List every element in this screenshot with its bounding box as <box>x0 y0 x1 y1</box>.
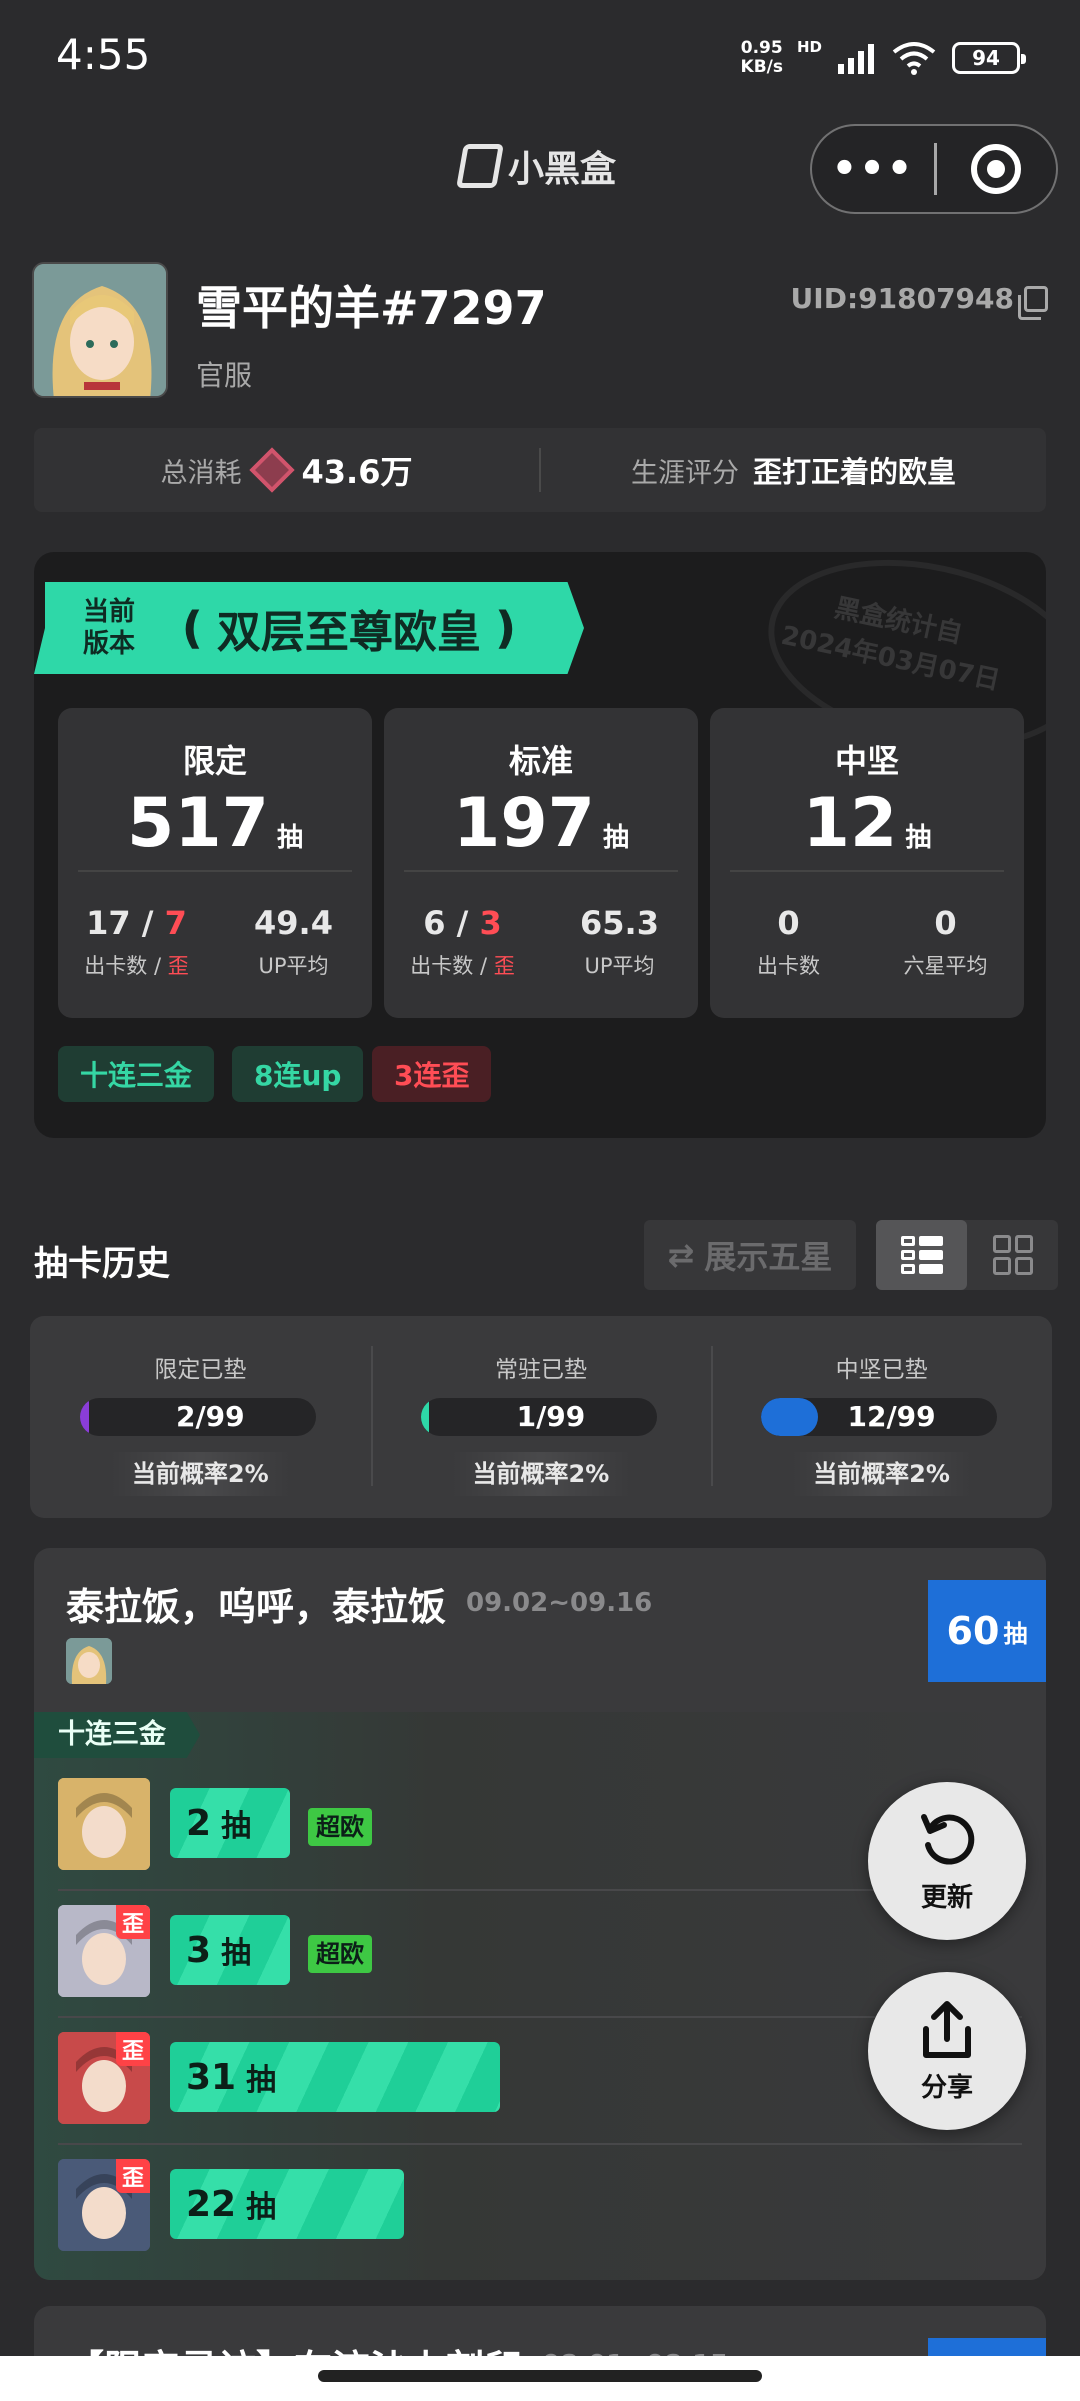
username: 雪平的羊#7297 <box>196 281 547 335</box>
list-view-icon <box>900 1236 943 1274</box>
tag-eight-up: 8连up <box>232 1046 364 1102</box>
logo-icon <box>456 144 504 188</box>
laurel-right-icon: ❫ <box>486 602 524 654</box>
laurel-left-icon: ❪ <box>174 602 211 654</box>
pull-summary-box: 中坚 12 抽 0 出卡数 0 六星平均 <box>710 708 1024 1018</box>
pull-box-cards: 0 出卡数 <box>757 904 820 978</box>
off-banner-badge: 歪 <box>116 1905 150 1939</box>
close-miniprogram-button[interactable] <box>937 144 1056 194</box>
pull-count-bar: 31 抽 <box>170 2042 500 2112</box>
pull-row: 歪 22 抽 <box>34 2143 1046 2270</box>
off-banner-badge: 歪 <box>116 2032 150 2066</box>
more-icon[interactable]: ••• <box>812 146 934 192</box>
battery-indicator: 94 <box>952 42 1026 74</box>
pity-column: 中坚已垫 12/99 当前概率2% <box>711 1316 1052 1518</box>
list-view-button[interactable] <box>876 1220 967 1290</box>
operator-avatar <box>58 1778 150 1870</box>
pull-box-average: 0 六星平均 <box>903 904 988 978</box>
banner-date: 09.02~09.16 <box>466 1588 653 1618</box>
refresh-icon <box>921 1813 975 1864</box>
uid-copy[interactable]: UID:91807948 <box>790 282 1048 320</box>
pull-box-count: 197 抽 <box>453 784 629 863</box>
grid-view-button[interactable] <box>967 1220 1058 1290</box>
career-rating: 生涯评分 歪打正着的欧皇 <box>630 455 956 489</box>
home-indicator[interactable] <box>318 2370 762 2382</box>
pity-value: 12/99 <box>847 1400 936 1433</box>
miniprogram-capsule: ••• <box>810 124 1058 214</box>
banner-title: 双层至尊欧皇 <box>216 607 481 658</box>
history-title: 抽卡历史 <box>34 1244 170 1284</box>
operator-avatar: 歪 <box>58 2032 150 2124</box>
hd-indicator: HD <box>796 38 822 56</box>
pull-box-title: 标准 <box>508 742 573 780</box>
server-label: 官服 <box>196 359 253 392</box>
pity-value: 1/99 <box>516 1400 586 1433</box>
pity-label: 中坚已垫 <box>835 1357 928 1383</box>
app-title: 小黑盒 <box>456 140 616 192</box>
ten-pull-tag: 十连三金 <box>34 1712 200 1758</box>
pull-box-cards: 17 / 7 出卡数 / 歪 <box>84 904 189 978</box>
pull-count-bar: 22 抽 <box>170 2169 404 2239</box>
pull-box-divider <box>78 870 352 872</box>
show-five-star-button[interactable]: ⇄ 展示五星 <box>644 1220 856 1290</box>
tag-three-off: 3连歪 <box>372 1046 492 1102</box>
share-icon <box>923 2000 971 2058</box>
pull-box-cards: 6 / 3 出卡数 / 歪 <box>410 904 515 978</box>
pull-box-title: 中坚 <box>834 742 899 780</box>
operator-avatar: 歪 <box>58 2159 150 2251</box>
off-banner-badge: 歪 <box>116 2159 150 2193</box>
pity-label: 常驻已垫 <box>494 1357 587 1383</box>
copy-icon[interactable] <box>1018 285 1048 320</box>
pity-value: 2/99 <box>175 1400 245 1433</box>
row-divider <box>58 2143 1022 2145</box>
pity-probability: 当前概率2% <box>450 1452 632 1496</box>
pull-count-bar: 3抽 <box>170 1915 290 1985</box>
view-toggle <box>876 1220 1058 1290</box>
signal-icon <box>838 44 874 74</box>
version-banner: 当前 版本 ❪ 双层至尊欧皇 ❫ <box>34 582 584 674</box>
uid-text: UID:91807948 <box>790 282 1014 315</box>
status-icons: 0.95 KB/s HD 94 <box>740 34 1026 82</box>
pull-box-title: 限定 <box>182 742 247 780</box>
pull-box-count: 12 抽 <box>802 784 932 863</box>
status-time: 4:55 <box>56 30 151 79</box>
lucky-badge: 超欧 <box>308 1808 372 1846</box>
pull-box-average: 65.3 UP平均 <box>580 904 659 978</box>
banner-version-label: 当前 版本 <box>82 597 135 659</box>
pull-box-divider <box>730 870 1004 872</box>
stats-bar: 总消耗 43.6万 生涯评分 歪打正着的欧皇 <box>34 428 1046 512</box>
banner-operator-avatar <box>66 1638 112 1684</box>
gem-icon <box>248 447 295 493</box>
pull-summary-box: 限定 517 抽 17 / 7 出卡数 / 歪 49.4 UP平均 <box>58 708 372 1018</box>
wifi-icon <box>892 42 936 75</box>
target-icon <box>971 144 1022 194</box>
grid-view-icon <box>992 1235 1033 1275</box>
pull-count-bar: 2抽 <box>170 1788 290 1858</box>
network-speed: 0.95 KB/s <box>740 38 783 77</box>
tag-ten-three-gold: 十连三金 <box>58 1046 215 1102</box>
swap-icon: ⇄ <box>667 1236 695 1274</box>
lucky-badge: 超欧 <box>308 1935 372 1973</box>
banner-name: 泰拉饭，呜呼，泰拉饭 <box>66 1585 447 1629</box>
pity-label: 限定已垫 <box>154 1357 247 1383</box>
total-cost: 总消耗 43.6万 <box>34 447 539 493</box>
avatar[interactable] <box>32 262 168 398</box>
share-button[interactable]: 分享 <box>868 1972 1026 2130</box>
pity-probability: 当前概率2% <box>791 1452 972 1496</box>
pity-probability: 当前概率2% <box>110 1452 291 1496</box>
operator-avatar: 歪 <box>58 1905 150 1997</box>
pull-box-average: 49.4 UP平均 <box>254 904 333 978</box>
pull-box-count: 517 抽 <box>127 784 303 863</box>
banner-pull-count: 60 抽 <box>928 1580 1046 1682</box>
refresh-button[interactable]: 更新 <box>868 1782 1026 1940</box>
pity-column: 常驻已垫 1/99 当前概率2% <box>370 1316 712 1518</box>
pull-box-divider <box>404 870 678 872</box>
pity-column: 限定已垫 2/99 当前概率2% <box>30 1316 371 1518</box>
pull-summary-box: 标准 197 抽 6 / 3 出卡数 / 歪 65.3 UP平均 <box>384 708 698 1018</box>
summary-card: 黑盒统计自 2024年03月07日 当前 版本 ❪ 双层至尊欧皇 ❫ 限定 517… <box>34 552 1046 1138</box>
pity-card: 限定已垫 2/99 当前概率2% 常驻已垫 1/99 当前概率2% 中坚已垫 12/99 当前概… <box>30 1316 1052 1518</box>
